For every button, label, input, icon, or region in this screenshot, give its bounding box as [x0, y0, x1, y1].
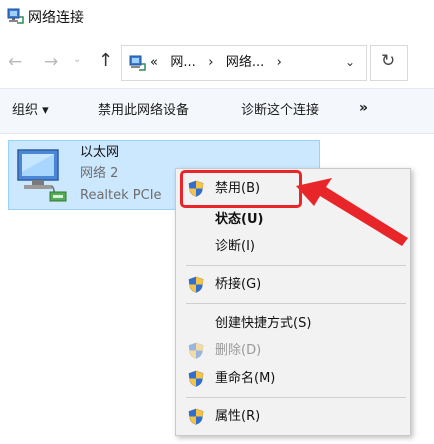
menu-item-create-shortcut[interactable]: 创建快捷方式(S)	[215, 315, 311, 333]
menu-item-rename[interactable]: 重命名(M)	[215, 370, 275, 388]
network-connections-icon	[7, 8, 24, 24]
diagnose-connection-button[interactable]: 诊断这个连接	[241, 102, 319, 120]
red-arrow-icon	[296, 178, 408, 246]
menu-item-diagnose[interactable]: 诊断(I)	[215, 238, 255, 256]
menu-item-properties[interactable]: 属性(R)	[215, 408, 260, 426]
breadcrumb-separator-2[interactable]: ›	[277, 55, 282, 70]
breadcrumb-segment-network[interactable]: 网...	[170, 55, 195, 70]
menu-separator	[186, 397, 406, 398]
menu-item-status[interactable]: 状态(U)	[215, 211, 263, 229]
refresh-icon[interactable]: ↻	[381, 51, 395, 71]
organize-button[interactable]: 组织 ▾	[12, 102, 49, 120]
more-commands-button[interactable]: »	[359, 100, 368, 116]
highlight-box	[180, 170, 302, 208]
uac-shield-icon	[188, 342, 204, 359]
window-title: 网络连接	[28, 10, 84, 26]
back-button[interactable]: ←	[8, 52, 22, 72]
breadcrumb-overflow[interactable]: «	[150, 55, 158, 70]
command-toolbar	[0, 88, 434, 134]
breadcrumb: « 网... › 网络... ›	[150, 54, 282, 72]
disable-device-button[interactable]: 禁用此网络设备	[98, 102, 189, 120]
menu-separator	[186, 265, 406, 266]
network-folder-icon	[129, 55, 146, 71]
breadcrumb-separator[interactable]: ›	[208, 55, 213, 70]
connection-name: 以太网	[80, 145, 120, 160]
up-button[interactable]: ↑	[98, 50, 113, 71]
uac-shield-icon	[188, 370, 204, 387]
recent-locations-chevron-icon[interactable]: ⌄	[73, 54, 81, 65]
connection-network: 网络 2	[80, 166, 119, 181]
forward-button[interactable]: →	[44, 52, 58, 72]
menu-separator	[186, 303, 406, 304]
uac-shield-icon	[188, 408, 204, 425]
connection-adapter: Realtek PCIe	[80, 188, 162, 203]
menu-item-bridge[interactable]: 桥接(G)	[215, 276, 261, 294]
uac-shield-icon	[188, 276, 204, 293]
address-dropdown-chevron-icon[interactable]: ⌄	[345, 55, 355, 69]
menu-item-delete: 删除(D)	[215, 343, 262, 358]
breadcrumb-segment-network-internet[interactable]: 网络...	[226, 55, 264, 70]
ethernet-computer-icon	[17, 149, 67, 202]
